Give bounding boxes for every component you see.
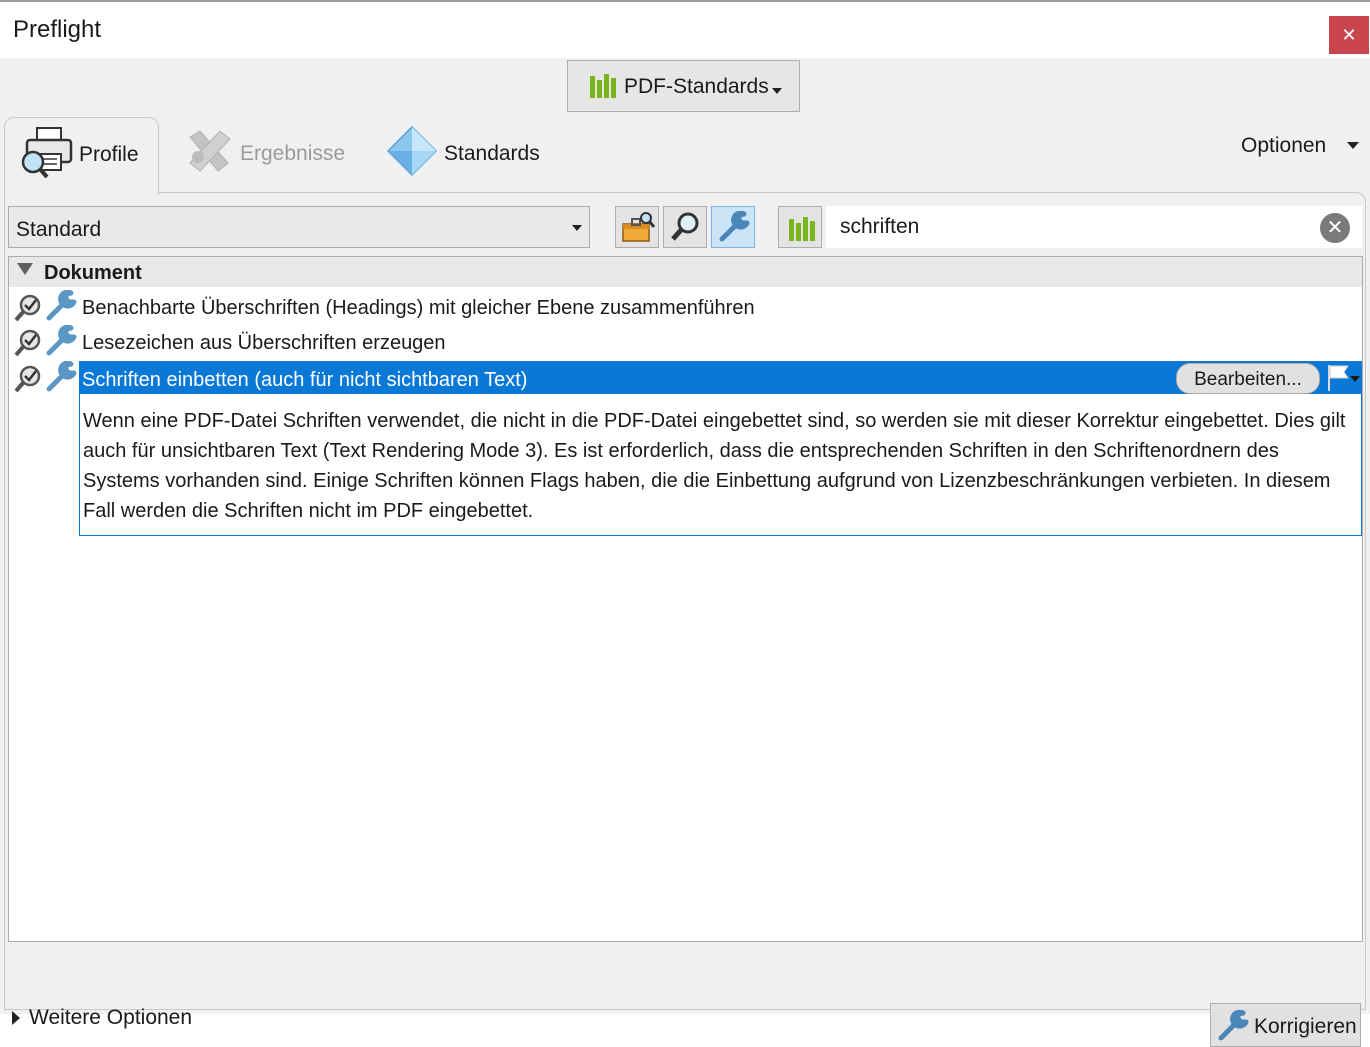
wrench-icon	[46, 290, 77, 321]
magnifier-check-icon	[14, 365, 41, 393]
triangle-down-icon[interactable]	[17, 263, 33, 275]
edit-button[interactable]: Bearbeiten...	[1176, 363, 1320, 394]
close-icon: ✕	[1326, 217, 1344, 239]
search-input[interactable]	[840, 214, 1310, 240]
pdf-standards-label: PDF-Standards	[624, 75, 769, 98]
list-item-label: Benachbarte Überschriften (Headings) mit…	[82, 297, 755, 319]
filter-standards-button[interactable]	[778, 206, 822, 248]
tab-results-label: Ergebnisse	[240, 142, 346, 165]
close-icon: ✕	[1341, 25, 1357, 45]
chevron-down-icon[interactable]	[1347, 142, 1359, 149]
options-menu[interactable]: Optionen	[1241, 134, 1326, 158]
flag-menu-icon[interactable]	[1326, 363, 1362, 393]
bar-chart-icon	[789, 217, 815, 241]
triangle-right-icon[interactable]	[12, 1011, 20, 1025]
preflight-panel: PDF-Standards Profile Ergebnisse Standar…	[0, 58, 1370, 1047]
tab-results[interactable]: Ergebnisse	[180, 117, 350, 191]
title-bar: Preflight ✕	[0, 0, 1370, 58]
search-box[interactable]: ✕	[826, 206, 1362, 248]
clear-search-button[interactable]: ✕	[1320, 213, 1350, 243]
chevron-down-icon	[572, 225, 582, 231]
tab-standards-label: Standards	[444, 142, 540, 165]
list-item[interactable]: Benachbarte Überschriften (Headings) mit…	[9, 290, 1362, 324]
list-item-selected[interactable]: Schriften einbetten (auch für nicht sich…	[9, 361, 1362, 396]
list-item-label: Schriften einbetten (auch für nicht sich…	[82, 369, 528, 391]
selected-item-bar[interactable]: Schriften einbetten (auch für nicht sich…	[79, 361, 1362, 396]
list-item[interactable]: Lesezeichen aus Überschriften erzeugen	[9, 325, 1362, 359]
chevron-down-icon	[772, 88, 782, 94]
tab-standards[interactable]: Standards	[384, 117, 554, 191]
wrench-icon	[1218, 1010, 1249, 1041]
group-header[interactable]: Dokument	[9, 257, 1362, 287]
group-label: Dokument	[44, 262, 142, 284]
toolbox-icon	[622, 212, 656, 242]
analyze-button[interactable]	[663, 206, 707, 248]
magnifier-check-icon	[14, 329, 41, 357]
close-button[interactable]: ✕	[1329, 16, 1369, 54]
toolbox-button[interactable]	[615, 206, 659, 248]
bar-chart-icon	[590, 74, 616, 98]
diamond-icon	[386, 125, 438, 177]
more-options-toggle[interactable]: Weitere Optionen	[29, 1006, 192, 1030]
wrench-icon	[46, 361, 77, 392]
pdf-standards-button[interactable]: PDF-Standards	[567, 60, 800, 112]
wrench-icon	[719, 211, 750, 242]
fixup-description: Wenn eine PDF-Datei Schriften verwendet,…	[79, 394, 1362, 536]
results-cross-icon	[189, 130, 231, 172]
wrench-icon	[46, 325, 77, 356]
magnifier-icon	[671, 212, 699, 241]
tab-profile-label: Profile	[79, 143, 139, 166]
magnifier-check-icon	[14, 294, 41, 322]
description-text: Wenn eine PDF-Datei Schriften verwendet,…	[83, 410, 1346, 522]
fix-button[interactable]: Korrigieren	[1210, 1003, 1361, 1047]
profile-dropdown-value: Standard	[16, 218, 102, 241]
tab-profile[interactable]: Profile	[4, 117, 159, 195]
window-title: Preflight	[13, 16, 102, 43]
fixup-list[interactable]: Dokument Benachbarte Überschriften (Head…	[8, 256, 1363, 942]
fixups-button[interactable]	[711, 206, 755, 248]
profile-dropdown[interactable]: Standard	[8, 206, 590, 248]
fix-button-label: Korrigieren	[1254, 1015, 1357, 1038]
list-item-label: Lesezeichen aus Überschriften erzeugen	[82, 332, 446, 354]
printer-magnifier-icon	[21, 127, 73, 179]
